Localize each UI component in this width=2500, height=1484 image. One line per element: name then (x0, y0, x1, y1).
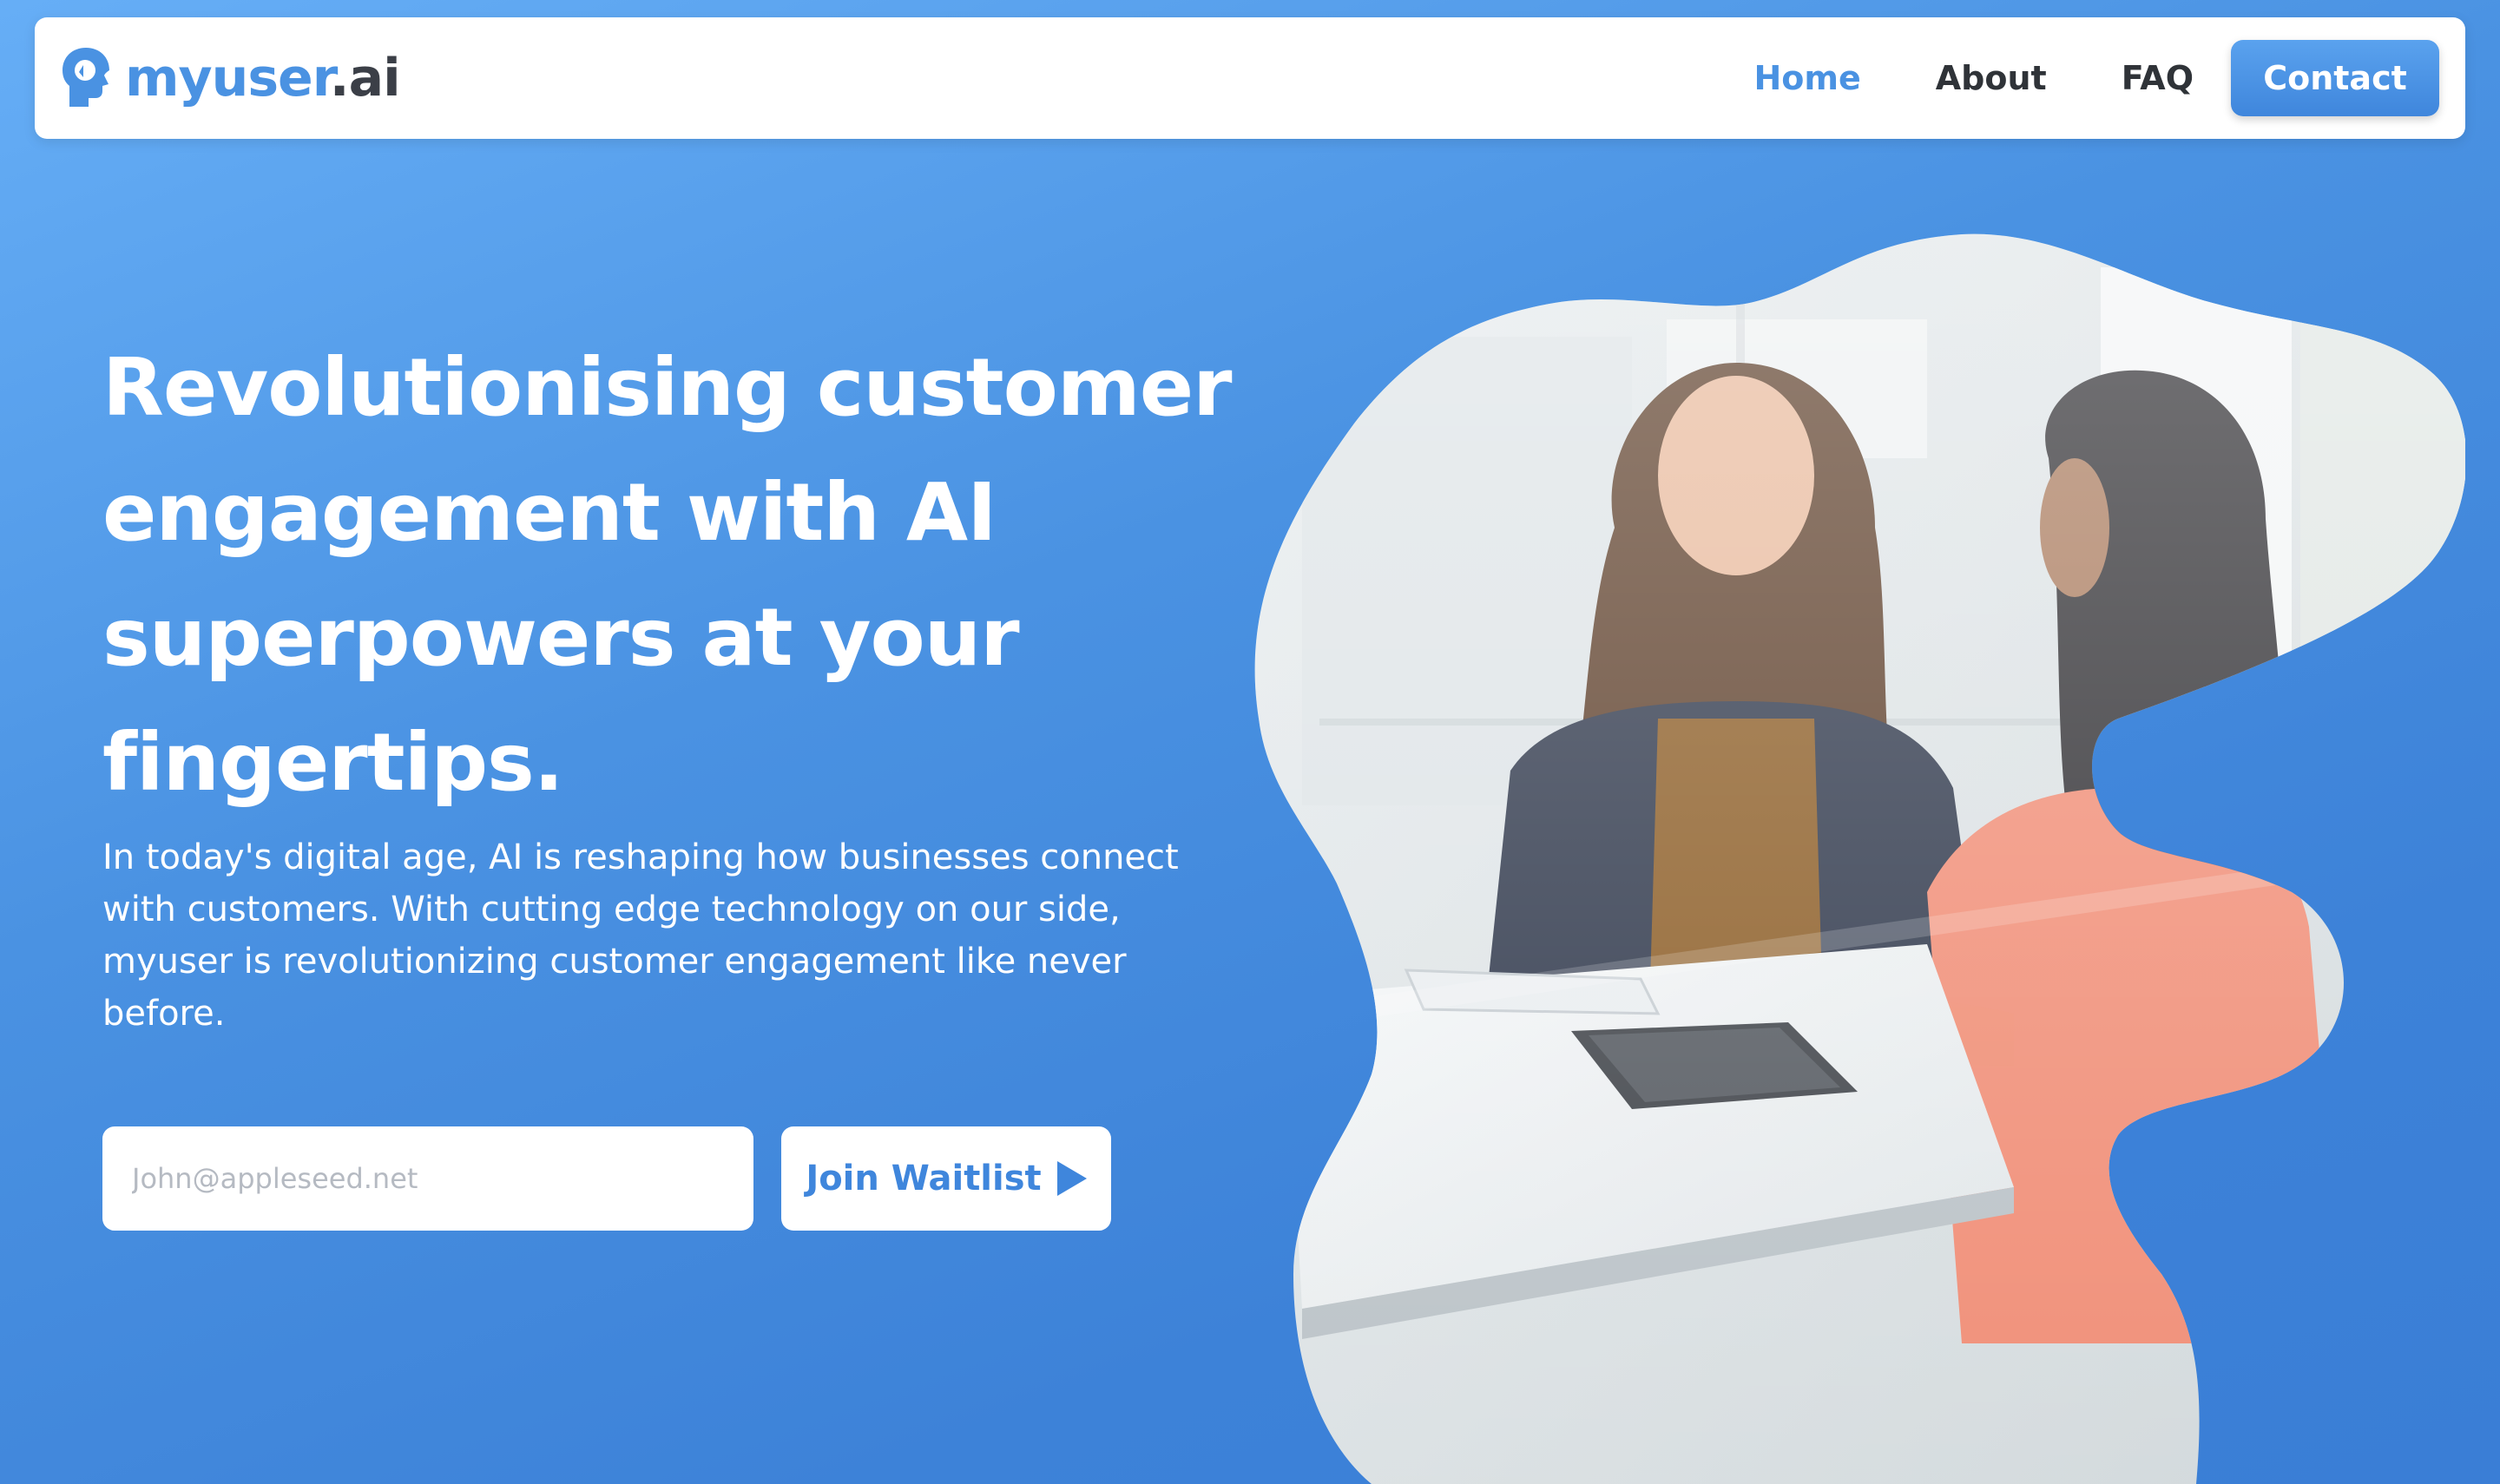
play-triangle-icon (1056, 1161, 1087, 1196)
nav-link-home[interactable]: Home (1716, 59, 1898, 97)
hero-title: Revolutionising customer engagement with… (102, 341, 1232, 809)
join-waitlist-label: Join Waitlist (806, 1159, 1042, 1198)
navbar: myuser.ai Home About FAQ Contact (35, 17, 2465, 139)
head-profile-icon (62, 48, 109, 107)
landing-page: myuser.ai Home About FAQ Contact Revolut… (0, 0, 2500, 1484)
hero-subtitle: In today's digital age, AI is reshaping … (102, 837, 1179, 1034)
photo-two-women-meeting (1254, 233, 2465, 1484)
nav-link-about[interactable]: About (1898, 59, 2084, 97)
hero-image (1254, 233, 2465, 1484)
nav-link-faq[interactable]: FAQ (2084, 59, 2231, 97)
brand-name: myuser.ai (125, 52, 401, 104)
join-waitlist-button[interactable]: Join Waitlist (781, 1126, 1111, 1231)
contact-button[interactable]: Contact (2231, 40, 2439, 116)
email-input[interactable] (102, 1126, 753, 1231)
brand-logo[interactable]: myuser.ai (59, 42, 401, 115)
nav-links: Home About FAQ Contact (1716, 40, 2439, 116)
brand-name-tld: .ai (329, 48, 401, 108)
brand-name-main: myuser (125, 48, 331, 108)
